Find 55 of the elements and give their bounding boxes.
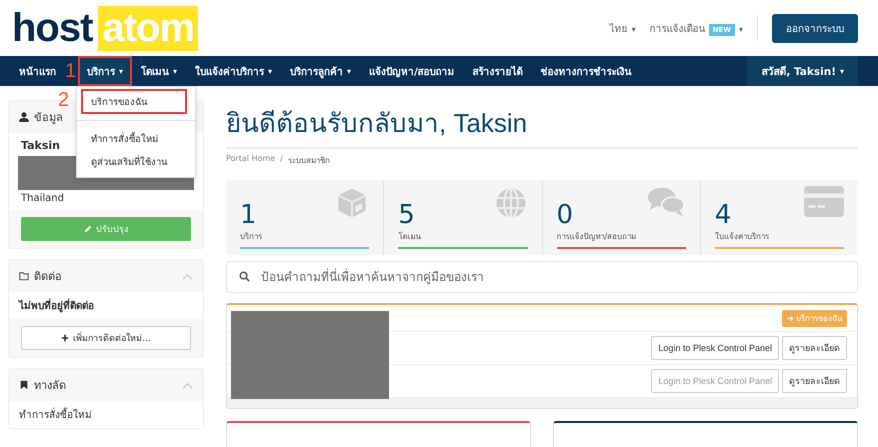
folder-icon <box>19 271 29 281</box>
panel-text: ไม่พบที่อยู่ที่ติดต่อ <box>9 292 203 319</box>
top-link[interactable]: ไทย ▾ <box>610 20 636 36</box>
nav-item[interactable]: บริการลูกค้า ▾ <box>281 56 360 86</box>
client-name: Taksin <box>21 139 61 152</box>
stat-label: การแจ้งปัญหา/สอบถาม <box>556 231 636 243</box>
stat-label: โดเมน <box>398 230 420 243</box>
client-country: Thailand <box>21 193 65 204</box>
nav-item[interactable]: บริการ ▾ <box>78 56 132 86</box>
logout-button[interactable]: ออกจากระบบ <box>772 14 858 42</box>
stat-value: 0 <box>556 202 574 228</box>
nav-item[interactable]: ใบแจ้งค่าบริการ ▾ <box>186 56 282 86</box>
stat-value: 5 <box>398 202 415 228</box>
stat-tile[interactable]: 4 ใบแจ้งค่าบริการ <box>700 180 858 255</box>
search-field[interactable]: ป้อนคำถามที่นี่เพื่อหาค้นหาจากคู่มือของเรา <box>226 261 858 293</box>
breadcrumb-link[interactable]: Portal Home <box>226 154 276 167</box>
search-icon <box>239 271 250 282</box>
bookmark-icon <box>19 380 29 390</box>
nav-item[interactable]: สร้างรายได้ <box>464 56 532 86</box>
menu-item[interactable]: ทำการสั่งซื้อใหม่ <box>81 127 195 150</box>
arrow-right-icon <box>787 314 794 322</box>
stat-tile[interactable]: 1 บริการ <box>226 180 384 255</box>
shortcut-link[interactable]: ทำการสั่งซื้อใหม่ <box>19 410 92 421</box>
panel-title: ทางลัด <box>34 378 67 394</box>
nav-item[interactable]: หน้าแรก <box>10 56 65 86</box>
nav-item[interactable]: โดเมน ▾ <box>132 56 186 86</box>
stat-label: บริการ <box>240 231 262 243</box>
stat-value: 4 <box>714 202 732 228</box>
callout-number: 1 <box>65 61 76 81</box>
panel-title: ข้อมูล <box>34 110 64 126</box>
stat-label: ใบแจ้งค่าบริการ <box>714 230 769 243</box>
pencil-icon <box>84 225 92 233</box>
add-contact-button[interactable]: เพิ่มการติดต่อใหม่... <box>21 326 191 350</box>
stat-value: 1 <box>240 202 257 228</box>
user-icon <box>19 112 29 122</box>
nav-item[interactable]: ช่องทางการชำระเงิน <box>532 56 641 86</box>
menu-item[interactable]: บริการของฉัน <box>81 89 187 114</box>
plesk-login-button[interactable]: Login to Plesk Control Panel <box>651 336 779 360</box>
collapse-icon[interactable] <box>182 382 193 388</box>
stat-tile[interactable]: 0 การแจ้งปัญหา/สอบถาม <box>542 180 700 255</box>
stat-tile[interactable]: 5 โดเมน <box>383 180 542 255</box>
panel-title: ติดต่อ <box>34 269 63 285</box>
breadcrumb-separator: / <box>280 154 283 165</box>
menu-item[interactable]: ดูส่วนเสริมที่ใช้งาน <box>81 150 195 173</box>
breadcrumb-current: ระบบสมาชิก <box>288 155 330 167</box>
nav-item[interactable]: แจ้งปัญหา/สอบถาม <box>360 56 464 86</box>
plus-icon <box>61 334 70 342</box>
globe-icon <box>494 186 528 220</box>
collapse-icon[interactable] <box>182 272 193 280</box>
chat-icon <box>646 186 686 217</box>
view-details-button[interactable]: ดูรายละเอียด <box>782 336 847 360</box>
credit-card-icon <box>804 186 844 217</box>
user-menu[interactable]: สวัสดี, Taksin! ▾ <box>747 56 858 86</box>
callout-number: 2 <box>58 90 70 110</box>
page-title: ยินดีต้อนรับกลับมา, Taksin <box>226 102 858 149</box>
